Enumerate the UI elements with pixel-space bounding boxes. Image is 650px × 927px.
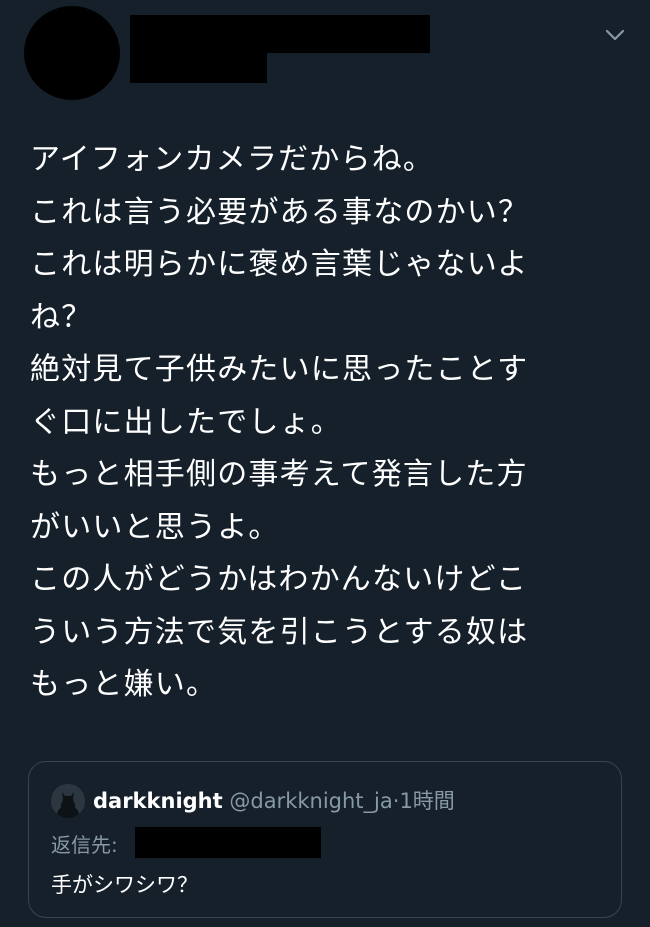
tweet-text-line: 絶対見て子供みたいに思ったことす <box>30 352 529 387</box>
tweet-text-line: アイフォンカメラだからね。 <box>30 142 435 177</box>
tweet-text-line: ね？ <box>30 299 93 335</box>
tweet-text-line: がいいと思うよ。 <box>30 509 280 545</box>
tweet-text-line: ぐ口に出したでしょ。 <box>30 404 342 440</box>
tweet-text-line: これは言う必要がある事なのかい？ <box>30 194 530 230</box>
chevron-down-icon[interactable] <box>602 22 628 48</box>
quoted-tweet-card[interactable]: darkknight @darkknight_ja·1時間 返信先: 手がシワシ… <box>28 761 622 918</box>
quoted-author-handle[interactable]: @darkknight_ja <box>229 789 392 813</box>
tweet-text-line: もっと嫌い。 <box>30 667 218 702</box>
author-name-redacted <box>130 15 430 53</box>
tweet-text-line: ういう方法で気を引こうとする奴は <box>30 614 529 650</box>
author-handle-redacted <box>130 53 267 83</box>
quoted-timestamp[interactable]: 1時間 <box>399 789 454 813</box>
tweet-text: アイフォンカメラだからね。 これは言う必要がある事なのかい？ これは明らかに褒め… <box>30 134 630 712</box>
tweet-text-line: これは明らかに褒め言葉じゃないよ <box>30 247 529 282</box>
quoted-tweet-header: darkknight @darkknight_ja·1時間 <box>93 786 455 816</box>
quoted-tweet-text: 手がシワシワ？ <box>51 873 198 897</box>
author-avatar-redacted[interactable] <box>24 6 120 100</box>
tweet-text-line: この人がどうかはわかんないけどこ <box>30 562 528 597</box>
quoted-author-name[interactable]: darkknight <box>93 789 223 813</box>
tweet-text-line: もっと相手側の事考えて発言した方 <box>30 457 528 492</box>
batman-avatar-icon[interactable] <box>51 784 85 818</box>
reply-target-redacted <box>135 827 321 858</box>
replying-to-label: 返信先: <box>51 833 118 857</box>
